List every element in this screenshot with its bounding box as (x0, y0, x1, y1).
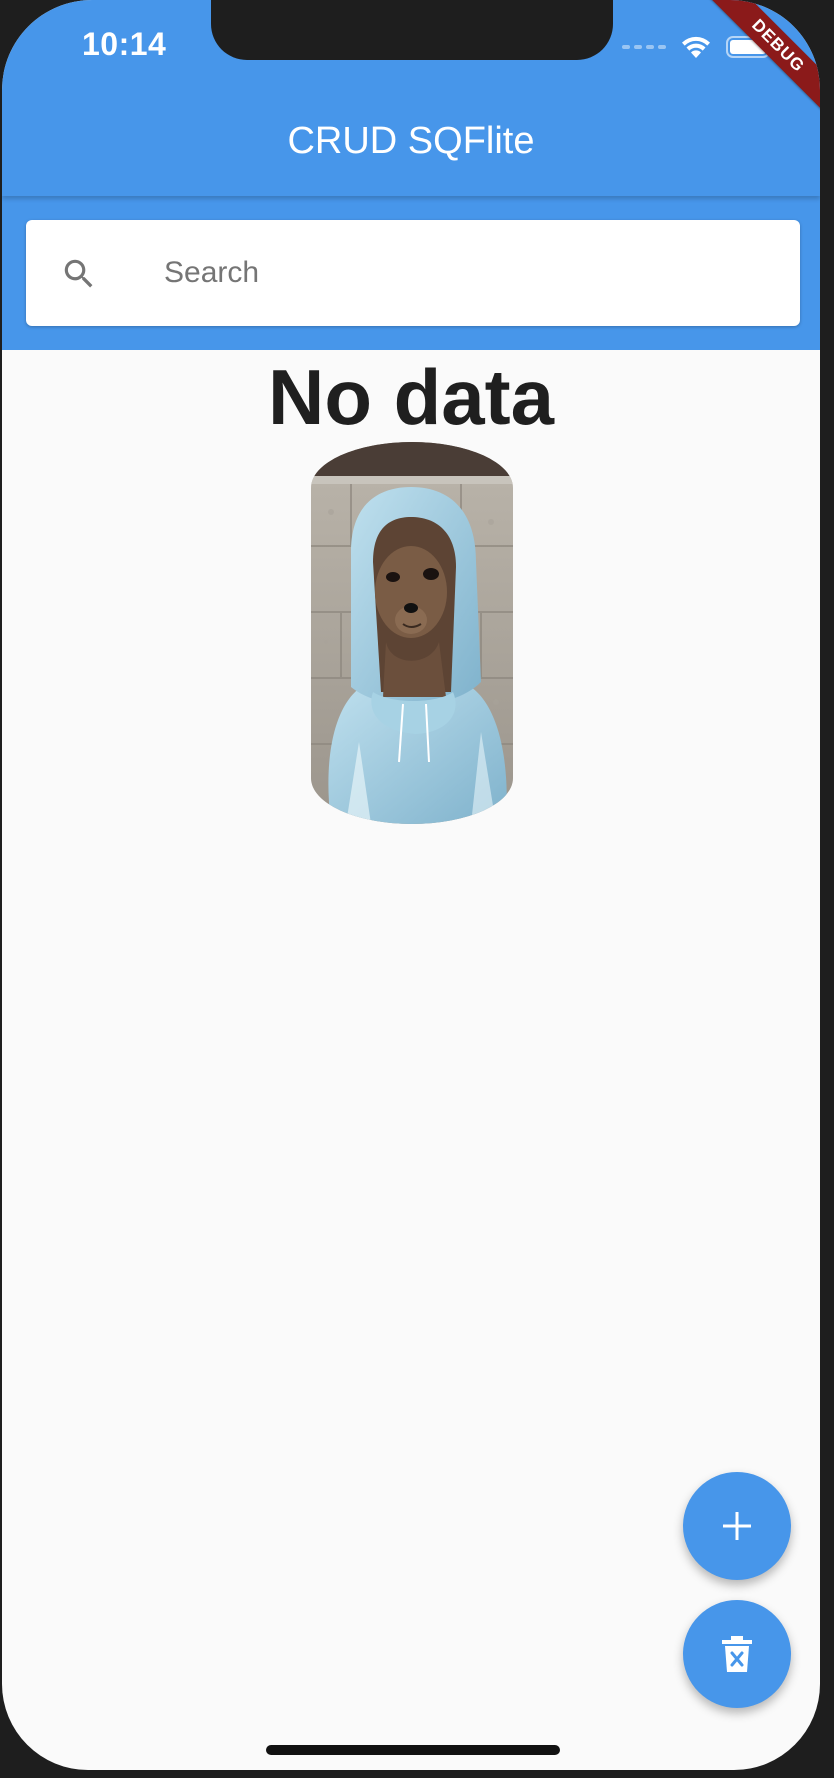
dog-in-hoodie-illustration (311, 442, 513, 824)
trash-icon (722, 1636, 752, 1672)
search-input[interactable] (164, 248, 764, 298)
cellular-signal-icon (622, 45, 666, 49)
home-indicator (266, 1745, 560, 1755)
search-box[interactable] (26, 220, 800, 326)
search-icon (64, 259, 93, 288)
status-time: 10:14 (82, 26, 167, 62)
debug-banner: DEBUG (680, 0, 820, 140)
empty-state-message: No data (267, 353, 555, 441)
delete-all-button[interactable] (683, 1600, 791, 1708)
add-button[interactable] (683, 1472, 791, 1580)
debug-label: DEBUG (704, 0, 820, 120)
empty-state-image (311, 442, 513, 824)
app-screen: 10:14 DEBUG CRUD SQFlite No data (2, 0, 820, 1770)
device-notch (211, 0, 613, 60)
plus-icon (723, 1512, 751, 1540)
